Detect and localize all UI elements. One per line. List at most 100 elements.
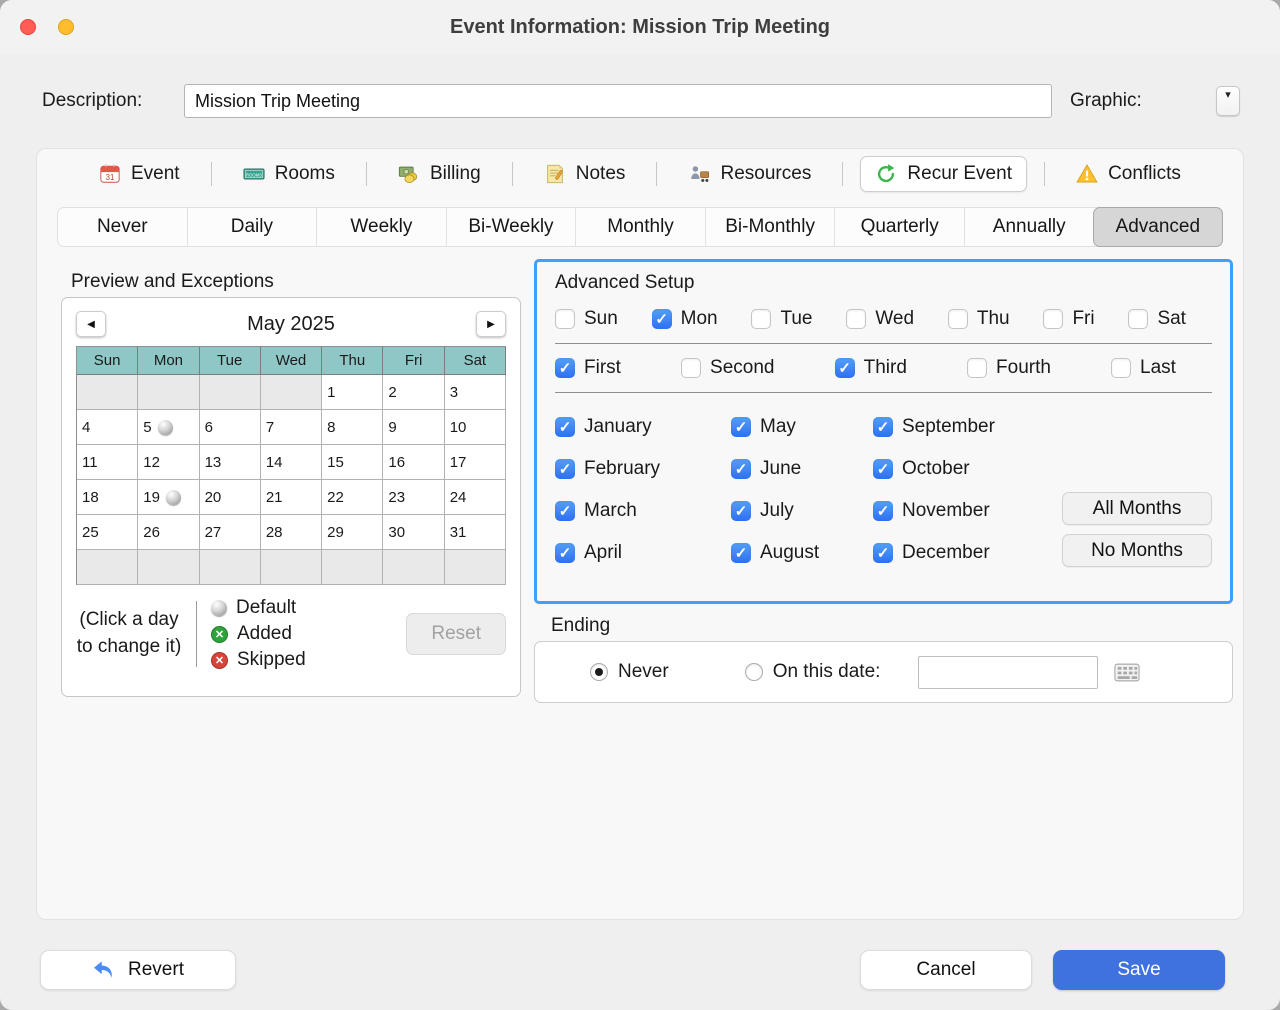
month-checkbox-may[interactable]: May (731, 416, 873, 438)
no-months-button[interactable]: No Months (1062, 534, 1212, 567)
tab-event[interactable]: 31Event (85, 157, 194, 191)
checkbox-icon (1111, 358, 1131, 378)
checkbox-icon (555, 459, 575, 479)
recurrence-tab-quarterly[interactable]: Quarterly (834, 208, 964, 246)
ordinal-checkbox-third[interactable]: Third (835, 357, 907, 379)
month-checkbox-september[interactable]: September (873, 416, 1062, 438)
month-checkbox-august[interactable]: August (731, 542, 873, 564)
recurrence-tab-weekly[interactable]: Weekly (316, 208, 446, 246)
month-checkbox-january[interactable]: January (555, 416, 731, 438)
graphic-dropdown-button[interactable]: ▾ (1216, 86, 1240, 116)
tab-conflicts[interactable]: Conflicts (1062, 157, 1195, 191)
month-checkbox-february[interactable]: February (555, 458, 731, 480)
calendar-day-19[interactable]: 19 (138, 480, 199, 515)
calendar-day-4[interactable]: 4 (77, 410, 138, 445)
month-checkbox-july[interactable]: July (731, 500, 873, 522)
cancel-button[interactable]: Cancel (860, 950, 1032, 990)
weekday-checkbox-sun[interactable]: Sun (555, 308, 618, 330)
day-number: 7 (266, 419, 274, 436)
ordinal-checkbox-second[interactable]: Second (681, 357, 774, 379)
recurrence-tab-daily[interactable]: Daily (187, 208, 317, 246)
minimize-button[interactable] (58, 19, 74, 35)
calendar-day-20[interactable]: 20 (200, 480, 261, 515)
calendar-day-22[interactable]: 22 (322, 480, 383, 515)
calendar-day-14[interactable]: 14 (261, 445, 322, 480)
save-button[interactable]: Save (1053, 950, 1225, 990)
calendar-day-15[interactable]: 15 (322, 445, 383, 480)
weekday-checkbox-mon[interactable]: Mon (652, 308, 718, 330)
calendar-day-28[interactable]: 28 (261, 515, 322, 550)
all-months-button[interactable]: All Months (1062, 492, 1212, 525)
calendar-day-13[interactable]: 13 (200, 445, 261, 480)
description-input[interactable] (184, 84, 1052, 118)
close-button[interactable] (20, 19, 36, 35)
legend-item-skipped: ✕Skipped (211, 649, 306, 671)
calendar-day-1[interactable]: 1 (322, 375, 383, 410)
calendar-day-16[interactable]: 16 (383, 445, 444, 480)
calendar-day-25[interactable]: 25 (77, 515, 138, 550)
calendar-day-9[interactable]: 9 (383, 410, 444, 445)
weekday-checkbox-thu[interactable]: Thu (948, 308, 1010, 330)
calendar-day-5[interactable]: 5 (138, 410, 199, 445)
next-month-button[interactable]: ▶ (476, 311, 506, 337)
month-checkbox-october[interactable]: October (873, 458, 1062, 480)
calendar-day-24[interactable]: 24 (445, 480, 506, 515)
tab-resources[interactable]: Resources (675, 157, 826, 191)
calendar-day-27[interactable]: 27 (200, 515, 261, 550)
weekday-checkbox-tue[interactable]: Tue (751, 308, 812, 330)
date-picker-icon[interactable] (1114, 663, 1140, 682)
month-checkbox-november[interactable]: November (873, 500, 1062, 522)
ending-on-date-option[interactable]: On this date: (745, 661, 881, 683)
calendar-day-17[interactable]: 17 (445, 445, 506, 480)
calendar-day-31[interactable]: 31 (445, 515, 506, 550)
tab-notes[interactable]: Notes (530, 157, 640, 191)
month-checkbox-december[interactable]: December (873, 542, 1062, 564)
checkbox-icon (967, 358, 987, 378)
calendar-day-21[interactable]: 21 (261, 480, 322, 515)
event-calendar-icon: 31 (99, 163, 121, 185)
calendar-day-23[interactable]: 23 (383, 480, 444, 515)
weekday-checkbox-sat[interactable]: Sat (1128, 308, 1186, 330)
calendar-day-18[interactable]: 18 (77, 480, 138, 515)
calendar-day-12[interactable]: 12 (138, 445, 199, 480)
ending-never-option[interactable]: Never (590, 661, 669, 683)
ordinal-checkbox-last[interactable]: Last (1111, 357, 1176, 379)
calendar-day-8[interactable]: 8 (322, 410, 383, 445)
day-number: 26 (143, 524, 160, 541)
recurrence-tab-monthly[interactable]: Monthly (575, 208, 705, 246)
month-checkbox-june[interactable]: June (731, 458, 873, 480)
checkbox-icon (555, 358, 575, 378)
reset-button[interactable]: Reset (406, 613, 506, 655)
ordinal-checkbox-fourth[interactable]: Fourth (967, 357, 1051, 379)
weekday-checkbox-wed[interactable]: Wed (846, 308, 914, 330)
titlebar[interactable]: Event Information: Mission Trip Meeting (0, 0, 1280, 54)
calendar-day-30[interactable]: 30 (383, 515, 444, 550)
calendar-day-11[interactable]: 11 (77, 445, 138, 480)
ordinal-checkbox-first[interactable]: First (555, 357, 621, 379)
month-checkbox-march[interactable]: March (555, 500, 731, 522)
previous-month-button[interactable]: ◀ (76, 311, 106, 337)
calendar-day-6[interactable]: 6 (200, 410, 261, 445)
recurrence-tab-advanced[interactable]: Advanced (1093, 207, 1224, 247)
tab-label: Conflicts (1108, 163, 1181, 185)
recurrence-tab-never[interactable]: Never (58, 208, 187, 246)
calendar-day-10[interactable]: 10 (445, 410, 506, 445)
revert-button[interactable]: Revert (40, 950, 236, 990)
checkbox-label: Wed (875, 308, 914, 330)
weekday-checkbox-fri[interactable]: Fri (1043, 308, 1094, 330)
recurrence-tab-bi-monthly[interactable]: Bi-Monthly (705, 208, 835, 246)
calendar-day-3[interactable]: 3 (445, 375, 506, 410)
tab-billing[interactable]: Billing (384, 157, 495, 191)
recurrence-tab-annually[interactable]: Annually (964, 208, 1094, 246)
month-checkbox-april[interactable]: April (555, 542, 731, 564)
legend-list: Default✕Added✕Skipped (211, 597, 306, 671)
calendar-day-26[interactable]: 26 (138, 515, 199, 550)
tab-recur-event[interactable]: Recur Event (860, 156, 1027, 192)
calendar-day-29[interactable]: 29 (322, 515, 383, 550)
calendar-day-7[interactable]: 7 (261, 410, 322, 445)
recurrence-tab-bi-weekly[interactable]: Bi-Weekly (446, 208, 576, 246)
tab-rooms[interactable]: ROOMSRooms (229, 157, 349, 191)
calendar-day-2[interactable]: 2 (383, 375, 444, 410)
ending-date-input[interactable] (918, 656, 1098, 689)
legend-item-added: ✕Added (211, 623, 306, 645)
